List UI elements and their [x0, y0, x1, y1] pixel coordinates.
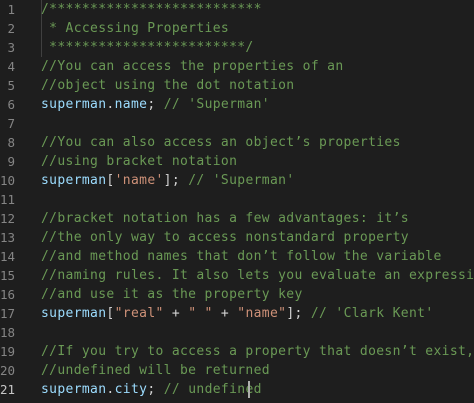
punctuation-token: +: [212, 306, 238, 321]
line-code[interactable]: superman.city; // undefined: [41, 380, 262, 399]
comment-token: //and use it as the property key: [41, 287, 303, 302]
line-number: 15: [0, 268, 16, 283]
comment-token: //naming rules. It also lets you evaluat…: [41, 268, 474, 283]
code-line[interactable]: 3 ************************/: [0, 38, 474, 57]
code-line[interactable]: 2 * Accessing Properties: [0, 19, 474, 38]
line-code[interactable]: /**************************: [41, 0, 262, 19]
string-token: 'name': [114, 173, 164, 188]
line-code[interactable]: //and method names that don’t follow the…: [41, 247, 442, 266]
line-number: 13: [0, 230, 16, 245]
line-code[interactable]: //You can access the properties of an: [41, 57, 344, 76]
line-number: 12: [0, 211, 16, 226]
identifier-token: city: [114, 382, 148, 397]
line-code[interactable]: //bracket notation has a few advantages:…: [41, 209, 409, 228]
punctuation-token: ];: [163, 173, 189, 188]
punctuation-token: +: [163, 306, 189, 321]
line-code[interactable]: //undefined will be returned: [41, 361, 270, 380]
string-token: " ": [188, 306, 213, 321]
code-line[interactable]: 12 //bracket notation has a few advantage…: [0, 209, 474, 228]
line-number: 17: [0, 306, 16, 321]
comment-token: //the only way to access nonstandard pro…: [41, 230, 409, 245]
line-number: 3: [7, 40, 15, 55]
comment-token: /**************************: [41, 2, 262, 17]
comment-token: * Accessing Properties: [41, 21, 230, 36]
line-number: 2: [7, 21, 15, 36]
line-number: 6: [7, 97, 15, 112]
punctuation-token: .: [106, 97, 115, 112]
line-number: 14: [0, 249, 16, 264]
code-line[interactable]: 13 //the only way to access nonstandard p…: [0, 228, 474, 247]
line-code[interactable]: //You can also access an object’s proper…: [41, 133, 401, 152]
code-line[interactable]: 15 //naming rules. It also lets you evalu…: [0, 266, 474, 285]
line-number: 4: [7, 59, 15, 74]
line-code[interactable]: //If you try to access a property that d…: [41, 342, 474, 361]
text-cursor: [248, 381, 250, 398]
code-editor[interactable]: 1 /************************** 2 * Accessin…: [0, 0, 474, 403]
code-line[interactable]: 14 //and method names that don’t follow t…: [0, 247, 474, 266]
identifier-token: superman: [41, 173, 107, 188]
line-code[interactable]: //object using the dot notation: [41, 76, 294, 95]
line-number: 9: [7, 154, 15, 169]
line-code[interactable]: ************************/: [41, 38, 254, 57]
line-number: 16: [0, 287, 16, 302]
string-token: "name": [237, 306, 287, 321]
code-line[interactable]: 11: [0, 190, 474, 209]
punctuation-token: .: [106, 382, 115, 397]
line-number: 8: [7, 135, 15, 150]
code-line[interactable]: 4 //You can access the properties of an: [0, 57, 474, 76]
code-line[interactable]: 1 /**************************: [0, 0, 474, 19]
identifier-token: superman: [41, 306, 107, 321]
code-line[interactable]: 5 //object using the dot notation: [0, 76, 474, 95]
line-number: 1: [7, 2, 15, 17]
identifier-token: superman: [41, 97, 107, 112]
line-number: 10: [0, 173, 16, 188]
code-line[interactable]: 6 superman.name; // 'Superman': [0, 95, 474, 114]
comment-token: //and method names that don’t follow the…: [41, 249, 442, 264]
line-code[interactable]: //the only way to access nonstandard pro…: [41, 228, 409, 247]
punctuation-token: [: [106, 173, 115, 188]
line-code[interactable]: superman['name']; // 'Superman': [41, 171, 295, 190]
punctuation-token: ];: [286, 306, 311, 321]
comment-token: //You can also access an object’s proper…: [41, 135, 401, 150]
punctuation-token: ;: [147, 97, 164, 112]
line-number: 19: [0, 344, 16, 359]
line-code[interactable]: //naming rules. It also lets you evaluat…: [41, 266, 474, 285]
code-line[interactable]: 16 //and use it as the property key: [0, 285, 474, 304]
line-number: 20: [0, 363, 16, 378]
code-line[interactable]: 20 //undefined will be returned: [0, 361, 474, 380]
line-code[interactable]: //using bracket notation: [41, 152, 237, 171]
line-code[interactable]: * Accessing Properties: [41, 19, 229, 38]
code-line[interactable]: 9 //using bracket notation: [0, 152, 474, 171]
code-line[interactable]: 7: [0, 114, 474, 133]
comment-token: //You can access the properties of an: [41, 59, 344, 74]
code-line[interactable]: 10 superman['name']; // 'Superman': [0, 171, 474, 190]
line-number: 18: [0, 325, 16, 340]
code-line[interactable]: 17 superman["real" + " " + "name"]; // 'C…: [0, 304, 474, 323]
code-line[interactable]: 19 //If you try to access a property that…: [0, 342, 474, 361]
line-number: 7: [7, 116, 15, 131]
comment-token: //bracket notation has a few advantages:…: [41, 211, 409, 226]
line-code[interactable]: //and use it as the property key: [41, 285, 303, 304]
identifier-token: superman: [41, 382, 107, 397]
comment-token: //object using the dot notation: [41, 78, 295, 93]
line-number: 11: [0, 192, 16, 207]
comment-token: // 'Clark Kent': [310, 306, 434, 321]
code-line[interactable]: 18: [0, 323, 474, 342]
comment-token: ************************/: [41, 40, 254, 55]
line-number: 21: [0, 382, 16, 397]
comment-token: //using bracket notation: [41, 154, 238, 169]
comment-token: //If you try to access a property that d…: [41, 344, 474, 359]
comment-token: //undefined will be returned: [41, 363, 270, 378]
code-line[interactable]: 8 //You can also access an object’s prope…: [0, 133, 474, 152]
string-token: "real": [114, 306, 164, 321]
line-code[interactable]: superman["real" + " " + "name"]; // 'Cla…: [41, 304, 434, 323]
punctuation-token: [: [106, 306, 115, 321]
line-number: 5: [7, 78, 15, 93]
identifier-token: name: [114, 97, 148, 112]
punctuation-token: ;: [147, 382, 164, 397]
comment-token: // 'Superman': [163, 97, 270, 112]
line-code[interactable]: superman.name; // 'Superman': [41, 95, 270, 114]
code-line[interactable]: 21 superman.city; // undefined: [0, 380, 474, 399]
comment-token: // 'Superman': [188, 173, 295, 188]
